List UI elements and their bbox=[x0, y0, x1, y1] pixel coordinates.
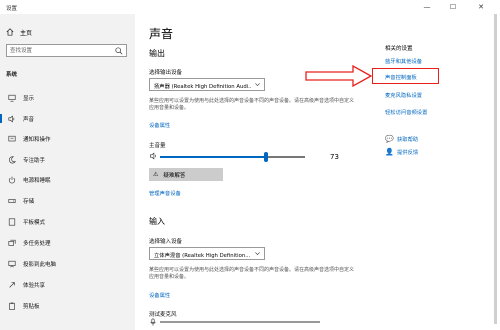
input-device-select[interactable]: 立体声混音 (Realtek High Definition... bbox=[149, 247, 265, 260]
master-volume-label: 主音量 bbox=[149, 143, 166, 149]
settings-window: 设置 — ☐ ✕ 主页 系统 显示 声音 通知和操作 专注助手 bbox=[0, 0, 500, 330]
tablet-icon bbox=[8, 217, 16, 226]
search-icon[interactable] bbox=[115, 47, 123, 55]
sidebar-item-storage[interactable]: 存储 bbox=[0, 193, 135, 208]
sidebar-item-label: 剪贴板 bbox=[23, 303, 40, 310]
sidebar-item-multitasking[interactable]: 多任务处理 bbox=[0, 235, 135, 250]
warning-icon: ⚠ bbox=[153, 171, 159, 178]
input-device-properties-link[interactable]: 设备属性 bbox=[149, 291, 170, 299]
annotation-highlight-box bbox=[372, 68, 439, 84]
input-device-label: 选择输入设备 bbox=[149, 239, 183, 245]
chevron-down-icon bbox=[255, 252, 260, 255]
help-icon: 💬 bbox=[385, 135, 394, 143]
volume-slider[interactable] bbox=[160, 152, 305, 162]
sidebar: 主页 系统 显示 声音 通知和操作 专注助手 电源和睡眠 存储 bbox=[0, 14, 135, 330]
chevron-down-icon bbox=[255, 83, 260, 86]
sidebar-home-label: 主页 bbox=[20, 29, 33, 37]
clipboard-icon bbox=[8, 302, 16, 310]
get-help-link[interactable]: 💬 获取帮助 bbox=[385, 135, 418, 143]
volume-icon[interactable] bbox=[149, 152, 158, 160]
get-help-label: 获取帮助 bbox=[397, 137, 419, 143]
sidebar-item-label: 电源和睡眠 bbox=[23, 177, 51, 184]
sidebar-item-power[interactable]: 电源和睡眠 bbox=[0, 172, 135, 187]
output-device-properties-link[interactable]: 设备属性 bbox=[149, 121, 170, 129]
annotation-arrow bbox=[305, 65, 373, 87]
sidebar-item-label: 多任务处理 bbox=[23, 240, 51, 247]
minimize-button[interactable]: — bbox=[418, 2, 436, 12]
microphone-icon bbox=[150, 318, 156, 326]
sidebar-item-label: 专注助手 bbox=[23, 157, 46, 164]
sidebar-item-label: 通知和操作 bbox=[23, 136, 51, 143]
output-description: 某些应用可以设置为使用与此处选择的声音设备不同的声音设备。请在高级声音选项中自定… bbox=[149, 98, 355, 111]
sidebar-item-label: 体验共享 bbox=[23, 282, 46, 289]
sidebar-item-clipboard[interactable]: 剪贴板 bbox=[0, 298, 135, 313]
feedback-icon: 👤 bbox=[385, 148, 394, 156]
search-box[interactable] bbox=[6, 44, 127, 57]
troubleshoot-button[interactable]: ⚠ 疑难解答 bbox=[149, 168, 223, 181]
microphone-level-meter bbox=[149, 318, 329, 326]
search-input[interactable] bbox=[10, 46, 110, 55]
manage-sound-devices-link[interactable]: 管理声音设备 bbox=[149, 189, 181, 197]
output-device-select[interactable]: 扬声器 (Realtek High Definition Audi... bbox=[149, 78, 265, 91]
output-device-label: 选择输出设备 bbox=[149, 70, 183, 76]
bluetooth-devices-link[interactable]: 蓝牙和其他设备 bbox=[385, 57, 422, 65]
window-title: 设置 bbox=[6, 6, 18, 12]
input-device-value: 立体声混音 (Realtek High Definition... bbox=[154, 253, 251, 259]
output-device-value: 扬声器 (Realtek High Definition Audi... bbox=[154, 84, 252, 90]
sidebar-item-label: 平板模式 bbox=[23, 219, 46, 226]
home-icon bbox=[6, 28, 14, 36]
volume-value: 73 bbox=[330, 153, 339, 161]
main-content: 声音 输出 选择输出设备 扬声器 (Realtek High Definitio… bbox=[135, 14, 375, 330]
close-button[interactable]: ✕ bbox=[472, 2, 490, 12]
project-icon bbox=[8, 260, 16, 268]
microphone-privacy-link[interactable]: 麦克风隐私设置 bbox=[385, 91, 422, 99]
storage-icon bbox=[8, 197, 16, 205]
sidebar-item-shared-experiences[interactable]: 体验共享 bbox=[0, 277, 135, 292]
related-settings-panel: 相关的设置 蓝牙和其他设备 声音控制面板 麦克风隐私设置 轻松访问音频设置 💬 … bbox=[375, 14, 500, 330]
volume-slider-thumb[interactable] bbox=[263, 152, 268, 162]
moon-icon bbox=[8, 155, 16, 164]
input-description: 某些应用可以设置为使用与此处选择的声音设备不同的声音设备。请在高级声音选项中自定… bbox=[149, 267, 355, 280]
give-feedback-link[interactable]: 👤 提供反馈 bbox=[385, 148, 418, 156]
power-icon bbox=[8, 176, 16, 184]
share-icon bbox=[8, 281, 16, 289]
sidebar-item-projecting[interactable]: 投影到此电脑 bbox=[0, 256, 135, 271]
sidebar-item-label: 存储 bbox=[23, 198, 35, 205]
give-feedback-label: 提供反馈 bbox=[397, 150, 419, 156]
troubleshoot-label: 疑难解答 bbox=[163, 172, 186, 179]
sidebar-item-label: 声音 bbox=[23, 116, 35, 123]
volume-slider-fill bbox=[160, 156, 266, 158]
sidebar-item-tablet-mode[interactable]: 平板模式 bbox=[0, 214, 135, 229]
sidebar-item-focus-assist[interactable]: 专注助手 bbox=[0, 152, 135, 167]
output-heading: 输出 bbox=[149, 49, 165, 58]
page-title: 声音 bbox=[149, 27, 174, 41]
sidebar-item-label: 显示 bbox=[23, 95, 35, 102]
sidebar-item-notifications[interactable]: 通知和操作 bbox=[0, 131, 135, 146]
test-microphone-label: 测试麦克风 bbox=[149, 312, 177, 318]
sidebar-home[interactable]: 主页 bbox=[6, 27, 32, 37]
related-settings-title: 相关的设置 bbox=[385, 46, 413, 52]
sidebar-item-label: 投影到此电脑 bbox=[23, 261, 57, 268]
scrollbar[interactable] bbox=[494, 14, 497, 324]
title-bar: 设置 — ☐ ✕ bbox=[0, 0, 500, 14]
speaker-icon bbox=[8, 115, 16, 123]
multitask-icon bbox=[8, 239, 16, 247]
ease-of-access-audio-link[interactable]: 轻松访问音频设置 bbox=[385, 108, 427, 116]
sidebar-section-label: 系统 bbox=[6, 72, 18, 78]
input-heading: 输入 bbox=[149, 217, 165, 226]
maximize-button[interactable]: ☐ bbox=[444, 2, 462, 12]
sidebar-item-display[interactable]: 显示 bbox=[0, 90, 135, 105]
notification-icon bbox=[8, 135, 16, 143]
monitor-icon bbox=[8, 94, 16, 102]
sidebar-item-sound[interactable]: 声音 bbox=[0, 111, 135, 126]
